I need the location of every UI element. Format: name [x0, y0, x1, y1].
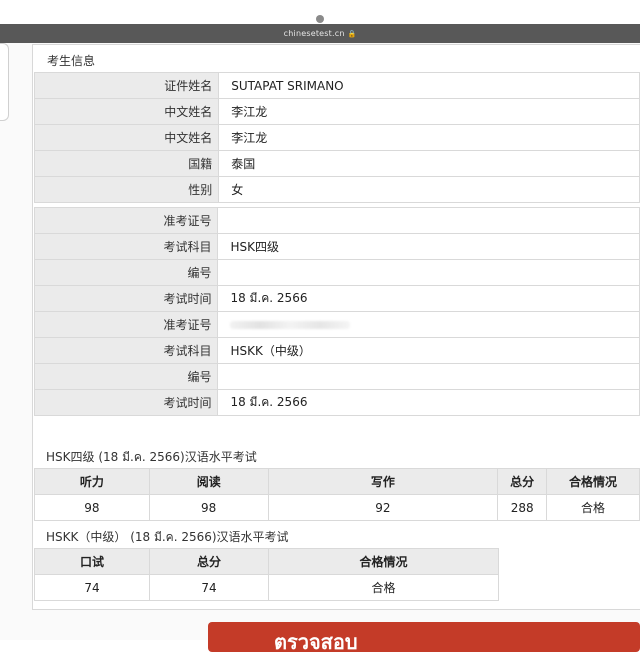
exam-row: 准考证号: [33, 207, 640, 234]
exam-label: 准考证号: [33, 207, 219, 234]
col-header-pass-status: 合格情况: [546, 468, 640, 495]
score-listening: 98: [34, 494, 150, 521]
exam-value: 18 มี.ค. 2566: [217, 285, 640, 312]
exam-label: 考试科目: [33, 337, 219, 364]
score-total: 288: [497, 494, 548, 521]
exam-label: 考试时间: [33, 285, 219, 312]
info-row: 中文姓名 李江龙: [33, 124, 640, 151]
info-value: 李江龙: [218, 124, 640, 151]
address-bar[interactable]: chinesetest.cn 🔒: [0, 15, 640, 43]
camera-dot: [316, 15, 324, 23]
info-label: 证件姓名: [33, 72, 220, 99]
hskk-score-row: 74 74 合格: [34, 574, 499, 601]
hskk-result-title: HSKK（中级） (18 มี.ค. 2566)汉语水平考试: [46, 530, 289, 544]
col-header-total: 总分: [149, 548, 269, 575]
exam-row: 考试科目 HSKK（中级）: [33, 337, 640, 364]
exam-value: [217, 259, 640, 286]
col-header-oral: 口试: [34, 548, 150, 575]
info-label: 性别: [33, 176, 220, 203]
exam-row: 准考证号: [33, 311, 640, 338]
exam-row: 编号: [33, 259, 640, 286]
info-row: 证件姓名 SUTAPAT SRIMANO: [33, 72, 640, 99]
score-oral: 74: [34, 574, 150, 601]
exam-label: 准考证号: [33, 311, 219, 338]
info-row: 国籍 泰国: [33, 150, 640, 177]
side-panel-edge: [0, 43, 9, 121]
pass-status: 合格: [268, 574, 499, 601]
col-header-reading: 阅读: [148, 468, 269, 495]
hskk-header-row: 口试 总分 合格情况: [34, 548, 499, 575]
score-reading: 98: [148, 494, 269, 521]
redacted-value: [230, 321, 351, 329]
info-value: SUTAPAT SRIMANO: [218, 72, 640, 99]
exam-row: 考试时间 18 มี.ค. 2566: [33, 285, 640, 312]
button-label: ตรวจสอบ: [274, 630, 358, 654]
exam-value: 18 มี.ค. 2566: [217, 389, 640, 416]
hsk-score-table: 听力 阅读 写作 总分 合格情况 98 98 92 288 合格: [34, 468, 640, 521]
info-row: 性别 女: [33, 176, 640, 203]
exam-label: 考试科目: [33, 233, 219, 260]
exam-value: HSKK（中级）: [217, 337, 640, 364]
info-label: 中文姓名: [33, 124, 220, 151]
personal-info-table: 证件姓名 SUTAPAT SRIMANO 中文姓名 李江龙 中文姓名 李江龙 国…: [33, 72, 640, 203]
hsk-result-title: HSK四级 (18 มี.ค. 2566)汉语水平考试: [46, 450, 257, 464]
info-value: 泰国: [218, 150, 640, 177]
thai-action-button[interactable]: ตรวจสอบ: [208, 622, 640, 654]
info-value: 女: [218, 176, 640, 203]
col-header-total: 总分: [497, 468, 548, 495]
exam-value: [217, 207, 640, 234]
col-header-writing: 写作: [267, 468, 499, 495]
exam-value: [217, 311, 640, 338]
score-total: 74: [149, 574, 269, 601]
exam-row: 考试时间 18 มี.ค. 2566: [33, 389, 640, 416]
exam-label: 编号: [33, 363, 219, 390]
url-text[interactable]: chinesetest.cn: [284, 29, 345, 38]
hsk-score-row: 98 98 92 288 合格: [34, 494, 640, 521]
lock-icon: 🔒: [347, 29, 357, 38]
pass-status: 合格: [546, 494, 640, 521]
exam-row: 编号: [33, 363, 640, 390]
info-value: 李江龙: [218, 98, 640, 125]
col-header-pass-status: 合格情况: [268, 548, 499, 575]
section-title: 考生信息: [47, 54, 96, 68]
col-header-listening: 听力: [34, 468, 150, 495]
exam-row: 考试科目 HSK四级: [33, 233, 640, 260]
exam-label: 编号: [33, 259, 219, 286]
info-label: 中文姓名: [33, 98, 220, 125]
hsk-header-row: 听力 阅读 写作 总分 合格情况: [34, 468, 640, 495]
score-writing: 92: [267, 494, 499, 521]
exam-value: HSK四级: [217, 233, 640, 260]
exam-label: 考试时间: [33, 389, 219, 416]
exam-info-table: 准考证号 考试科目 HSK四级 编号 考试时间 18 มี.ค. 2566 准考…: [33, 207, 640, 416]
info-label: 国籍: [33, 150, 220, 177]
hskk-score-table: 口试 总分 合格情况 74 74 合格: [34, 548, 499, 601]
info-row: 中文姓名 李江龙: [33, 98, 640, 125]
exam-value: [217, 363, 640, 390]
